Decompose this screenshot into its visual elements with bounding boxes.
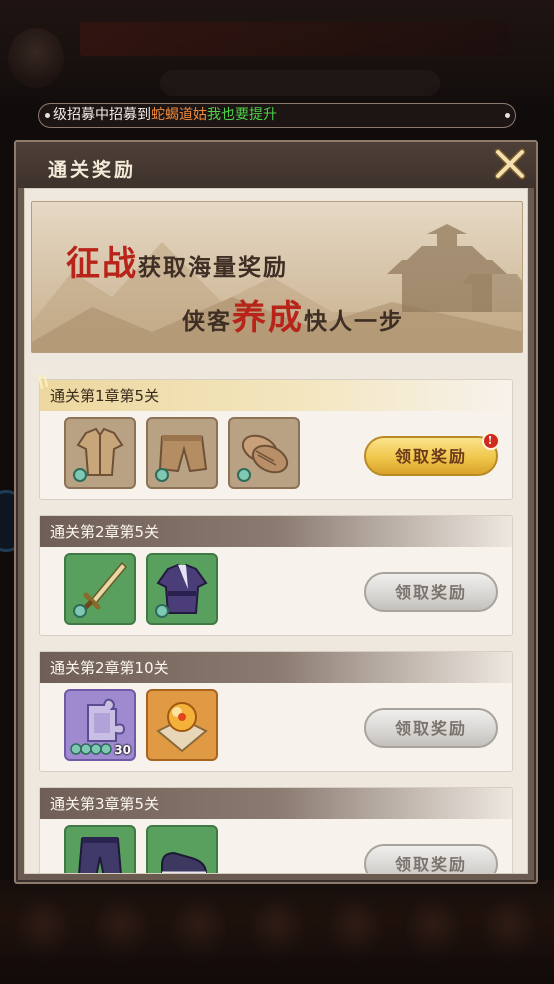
- close-button[interactable]: [492, 146, 528, 182]
- sword-icon: [73, 561, 128, 618]
- dialog-title: 通关奖励: [48, 159, 137, 181]
- reward-card-title: 通关第3章第5关: [50, 795, 160, 813]
- banner-text-rewards: 获取海量奖励: [138, 254, 288, 281]
- dialog-header: 通关奖励: [16, 142, 536, 188]
- reward-list[interactable]: 通关第1章第5关 领取奖励 ! 通关第2章第5关 领取奖励 通关第2章第10关 …: [25, 375, 527, 874]
- ticker-action-link[interactable]: 我也要提升: [207, 107, 277, 123]
- reward-item[interactable]: [146, 417, 218, 489]
- stage-reward-dialog: 通关奖励 征战获取海量奖励 侠客养成快人一步 通关第1章第5关 领取奖励 ! 通…: [14, 140, 538, 884]
- reward-item[interactable]: [64, 825, 136, 873]
- banner-highlight-train: 养成: [232, 298, 304, 338]
- reward-card-header: 通关第1章第5关: [40, 380, 512, 411]
- reward-card: 通关第2章第10关 30 领取奖励: [39, 651, 513, 772]
- banner-highlight-conquer: 征战: [66, 244, 138, 284]
- reward-item[interactable]: [146, 553, 218, 625]
- trousers-icon: [155, 435, 208, 482]
- claim-button-label: 领取奖励: [394, 583, 467, 602]
- robe-icon: [155, 563, 208, 618]
- reward-card-title: 通关第2章第5关: [50, 523, 160, 541]
- sparkle-icon: [37, 375, 48, 389]
- boots-icon: [161, 851, 208, 873]
- promo-banner: 征战获取海量奖励 侠客养成快人一步: [31, 201, 523, 353]
- reward-card-title: 通关第1章第5关: [50, 387, 160, 405]
- dialog-body: 征战获取海量奖励 侠客养成快人一步 通关第1章第5关 领取奖励 ! 通关第2章第…: [24, 188, 528, 874]
- claim-reward-button[interactable]: 领取奖励: [364, 844, 498, 874]
- golden-orb-icon: [156, 702, 208, 753]
- reward-item[interactable]: [228, 417, 300, 489]
- reward-card: 通关第2章第5关 领取奖励: [39, 515, 513, 636]
- claim-button-label: 领取奖励: [394, 447, 467, 466]
- pants-icon: [78, 837, 122, 873]
- claim-reward-button[interactable]: 领取奖励: [364, 708, 498, 748]
- claim-reward-button[interactable]: 领取奖励: [364, 572, 498, 612]
- reward-card-header: 通关第2章第10关: [40, 652, 512, 683]
- claim-reward-button[interactable]: 领取奖励 !: [364, 432, 500, 476]
- tunic-icon: [73, 427, 124, 482]
- ticker-dot: [505, 113, 510, 118]
- reward-item[interactable]: [64, 553, 136, 625]
- reward-card: 通关第1章第5关 领取奖励 !: [37, 375, 513, 500]
- banner-line-1: 征战获取海量奖励: [66, 236, 288, 285]
- reward-card-header: 通关第2章第5关: [40, 516, 512, 547]
- close-icon: [494, 148, 526, 180]
- reward-item[interactable]: 30: [64, 689, 136, 761]
- reward-card-header: 通关第3章第5关: [40, 788, 512, 819]
- reward-item[interactable]: [146, 689, 218, 761]
- reward-card: 通关第3章第5关 领取奖励: [39, 787, 513, 874]
- ticker-dot: [45, 113, 50, 118]
- banner-text-hero: 侠客: [182, 308, 232, 335]
- reward-item[interactable]: [64, 417, 136, 489]
- ticker-hero-name: 蛇蝎道姑: [151, 107, 207, 123]
- notification-badge: !: [482, 432, 500, 450]
- banner-line-2: 侠客养成快人一步: [182, 290, 404, 339]
- announcement-ticker: 级招募中招募到蛇蝎道姑我也要提升: [38, 103, 516, 128]
- claim-button-label: 领取奖励: [394, 719, 467, 738]
- ticker-prefix: 级招募中招募到: [53, 107, 151, 123]
- reward-card-title: 通关第2章第10关: [50, 659, 169, 677]
- straw-shoes-icon: [237, 434, 289, 482]
- reward-item[interactable]: [146, 825, 218, 873]
- banner-text-faster: 快人一步: [304, 308, 404, 335]
- item-quantity: 30: [114, 743, 131, 757]
- claim-button-label: 领取奖励: [394, 855, 467, 874]
